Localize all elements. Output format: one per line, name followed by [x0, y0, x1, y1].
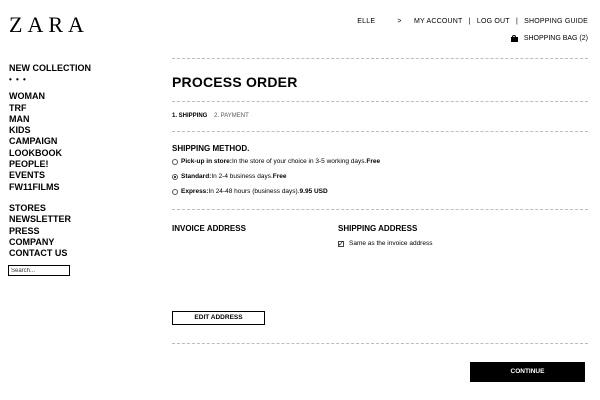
- divider: [172, 58, 588, 59]
- same-as-invoice-option[interactable]: Same as the invoice address: [338, 240, 432, 247]
- divider: [172, 209, 588, 210]
- shipping-radio-express[interactable]: [172, 188, 178, 195]
- sidebar-item-press[interactable]: PRESS: [9, 226, 91, 237]
- sidebar-item-man[interactable]: MAN: [9, 114, 91, 125]
- sidebar-dots-divider: • • •: [9, 75, 27, 85]
- shipping-option-name: Pick-up in store:: [181, 158, 232, 165]
- shipping-option-desc: In 24-48 hours (business days).: [208, 188, 300, 195]
- shopping-bag-label: SHOPPING BAG (2): [523, 35, 588, 42]
- top-nav-my-account-link[interactable]: MY ACCOUNT: [414, 18, 463, 25]
- shipping-option-standard[interactable]: Standard: In 2-4 business days. Free: [172, 173, 287, 180]
- divider: [172, 101, 588, 102]
- sidebar-item-contact-us[interactable]: CONTACT US: [9, 248, 91, 259]
- shopping-bag-link[interactable]: SHOPPING BAG (2): [510, 35, 588, 42]
- top-nav-arrow: >: [397, 18, 402, 25]
- invoice-address-title: INVOICE ADDRESS: [172, 224, 246, 233]
- shopping-bag-icon: [510, 35, 518, 42]
- sidebar-item-woman[interactable]: WOMAN: [9, 91, 91, 102]
- shipping-option-name: Express:: [181, 188, 209, 195]
- top-nav-shopping-guide-link[interactable]: SHOPPING GUIDE: [524, 18, 588, 25]
- shipping-option-pickup[interactable]: Pick-up in store: In the store of your c…: [172, 158, 380, 165]
- sidebar-item-stores[interactable]: STORES: [9, 203, 91, 214]
- sidebar-item-people[interactable]: PEOPLE!: [9, 159, 91, 170]
- shipping-option-desc: In 2-4 business days.: [211, 173, 273, 180]
- sidebar-item-lookbook[interactable]: LOOKBOOK: [9, 148, 91, 159]
- zara-logo[interactable]: ZARA: [9, 14, 89, 36]
- top-nav-elle-link[interactable]: ELLE: [357, 18, 375, 25]
- top-navigation: ELLE > MY ACCOUNT | LOG OUT | SHOPPING G…: [357, 18, 588, 25]
- shipping-option-price: 9.95 USD: [299, 188, 328, 195]
- same-as-invoice-label: Same as the invoice address: [349, 240, 433, 247]
- shipping-method-title: SHIPPING METHOD.: [172, 144, 250, 153]
- sidebar-item-new-collection[interactable]: NEW COLLECTION: [9, 63, 91, 74]
- step-payment: 2. PAYMENT: [214, 113, 249, 119]
- sidebar-item-kids[interactable]: KIDS: [9, 125, 91, 136]
- divider: [172, 131, 588, 132]
- sidebar-item-newsletter[interactable]: NEWSLETTER: [9, 214, 91, 225]
- shipping-radio-standard[interactable]: [172, 173, 178, 180]
- top-nav-separator: |: [468, 18, 471, 25]
- shipping-address-title: SHIPPING ADDRESS: [338, 224, 418, 233]
- search-input[interactable]: [8, 265, 70, 276]
- edit-address-button[interactable]: EDIT ADDRESS: [172, 311, 265, 325]
- sidebar-item-company[interactable]: COMPANY: [9, 237, 91, 248]
- shipping-radio-pickup[interactable]: [172, 158, 178, 165]
- sidebar-item-fw11films[interactable]: FW11FILMS: [9, 182, 91, 193]
- shipping-option-price: Free: [366, 158, 381, 165]
- top-nav-log-out-link[interactable]: LOG OUT: [477, 18, 510, 25]
- shipping-option-express[interactable]: Express: In 24-48 hours (business days).…: [172, 188, 328, 195]
- checkout-steps: 1. SHIPPING 2. PAYMENT: [172, 113, 249, 119]
- sidebar-navigation: NEW COLLECTION • • • WOMAN TRF MAN KIDS …: [9, 63, 91, 259]
- divider: [172, 343, 588, 344]
- sidebar-item-events[interactable]: EVENTS: [9, 170, 91, 181]
- sidebar-item-trf[interactable]: TRF: [9, 103, 91, 114]
- sidebar-item-campaign[interactable]: CAMPAIGN: [9, 136, 91, 147]
- step-shipping: 1. SHIPPING: [172, 113, 208, 119]
- top-nav-separator: |: [515, 18, 518, 25]
- continue-button[interactable]: CONTINUE: [470, 362, 585, 382]
- shipping-option-price: Free: [272, 173, 287, 180]
- page-title: PROCESS ORDER: [172, 74, 298, 90]
- shipping-option-name: Standard:: [181, 173, 212, 180]
- same-as-invoice-checkbox[interactable]: [338, 240, 344, 247]
- shipping-option-desc: In the store of your choice in 3-5 worki…: [231, 158, 367, 165]
